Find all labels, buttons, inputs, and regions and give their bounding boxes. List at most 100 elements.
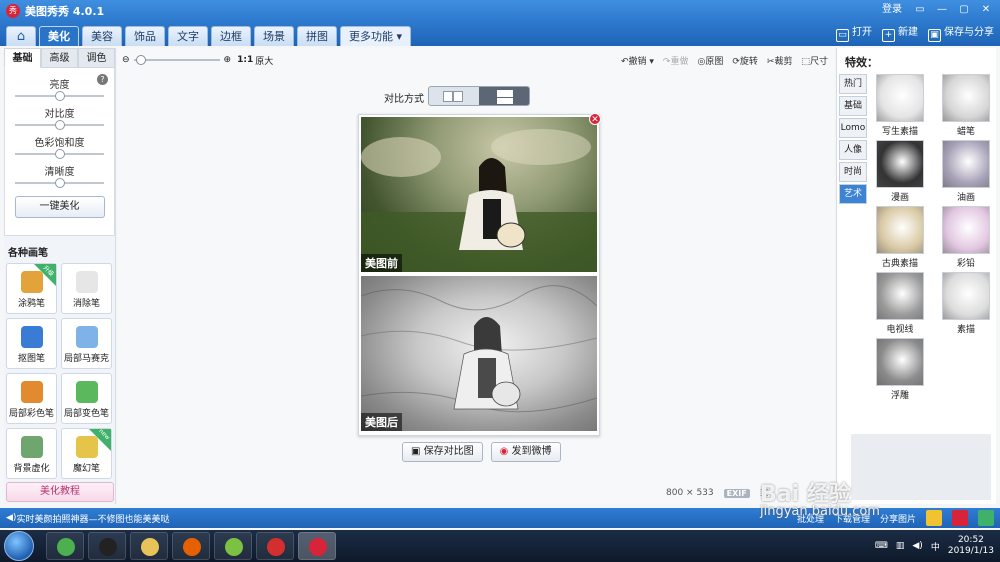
- status-marquee[interactable]: 实时美颜拍照神器—不修图也能美美哒: [16, 512, 169, 525]
- subtab-basic[interactable]: 基础: [4, 48, 41, 68]
- adjust-slider[interactable]: [15, 91, 104, 101]
- slider-knob[interactable]: [54, 120, 65, 130]
- help-icon[interactable]: ?: [97, 74, 108, 85]
- adjust-slider[interactable]: [15, 120, 104, 130]
- brush-label: 局部马赛克: [63, 354, 109, 364]
- keyboard-icon[interactable]: ⌨: [875, 541, 888, 551]
- effect-category-tab[interactable]: Lomo: [839, 118, 867, 138]
- crop-button[interactable]: ✂裁剪: [767, 54, 793, 67]
- effect-item[interactable]: 蜡笔: [937, 74, 995, 140]
- network-icon[interactable]: ▥: [896, 541, 905, 551]
- zoom-original-label[interactable]: 原大: [255, 54, 273, 67]
- new-button[interactable]: + 新建: [882, 24, 918, 42]
- effect-item[interactable]: 素描: [937, 272, 995, 338]
- brush-tool[interactable]: 魔幻笔 new: [61, 428, 112, 479]
- open-button[interactable]: ▭ 打开: [836, 24, 872, 42]
- main-tab[interactable]: 文字: [168, 26, 208, 46]
- brush-tool[interactable]: 消除笔: [61, 263, 112, 314]
- effect-item[interactable]: 彩铅: [937, 206, 995, 272]
- effect-item[interactable]: 古典素描: [871, 206, 929, 272]
- zoom-slider[interactable]: [133, 55, 220, 65]
- close-button[interactable]: ✕: [976, 2, 996, 18]
- close-compare-icon[interactable]: ✕: [589, 113, 601, 125]
- effect-category-tab[interactable]: 基础: [839, 96, 867, 116]
- adjust-slider[interactable]: [15, 149, 104, 159]
- tutorial-button[interactable]: 美化教程: [6, 482, 114, 502]
- share-button[interactable]: 分享图片: [880, 512, 916, 525]
- send-weibo-button[interactable]: ◉ 发到微博: [490, 442, 561, 462]
- redo-button[interactable]: ↷重做: [663, 54, 689, 67]
- rotate-button[interactable]: ⟳旋转: [732, 54, 758, 67]
- watermark-url: jingyan.baidu.com: [760, 504, 880, 519]
- adjust-panel: ? 亮度 对比度 色彩饱和度 清晰度 一键美化: [4, 68, 115, 236]
- volume-icon[interactable]: ◀): [912, 541, 922, 551]
- brush-tool[interactable]: 背景虚化: [6, 428, 57, 479]
- zoom-in-icon[interactable]: ⊕: [224, 55, 232, 65]
- minimize-button[interactable]: —: [932, 2, 952, 18]
- taskbar-video-player[interactable]: [214, 532, 252, 560]
- skin-button[interactable]: ▭: [910, 2, 930, 18]
- effect-item[interactable]: 漫画: [871, 140, 929, 206]
- clock[interactable]: 20:52 2019/1/13: [948, 535, 994, 557]
- main-tab[interactable]: 美化: [39, 26, 79, 46]
- effect-item[interactable]: 浮雕: [871, 338, 929, 404]
- effect-category-tab[interactable]: 热门: [839, 74, 867, 94]
- slider-label: 清晰度: [44, 167, 75, 178]
- zoom-out-icon[interactable]: ⊖: [122, 55, 130, 65]
- home-tab[interactable]: ⌂: [6, 26, 36, 46]
- effect-category-tab[interactable]: 艺术: [839, 184, 867, 204]
- adjust-slider[interactable]: [15, 178, 104, 188]
- size-button[interactable]: ⬚尺寸: [801, 54, 828, 67]
- effect-item[interactable]: 油画: [937, 140, 995, 206]
- add-icon[interactable]: [978, 510, 994, 526]
- effect-thumbnail: [876, 140, 924, 188]
- taskbar-firefox[interactable]: [172, 532, 210, 560]
- effect-item[interactable]: 电视线: [871, 272, 929, 338]
- main-tab[interactable]: 场景: [254, 26, 294, 46]
- brush-tool[interactable]: 涂鸦笔 升级: [6, 263, 57, 314]
- brush-tool[interactable]: 局部马赛克: [61, 318, 112, 369]
- compare-side-by-side-button[interactable]: [429, 87, 479, 105]
- zoom-1to1-button[interactable]: 1:1: [237, 55, 253, 65]
- save-share-button[interactable]: ▣ 保存与分享: [928, 24, 994, 42]
- weibo-share-icon[interactable]: [952, 510, 968, 526]
- one-click-beautify-button[interactable]: 一键美化: [14, 196, 105, 218]
- main-tab[interactable]: 美容: [82, 26, 122, 46]
- main-tab[interactable]: 更多功能 ▾: [340, 26, 412, 46]
- star-icon[interactable]: [926, 510, 942, 526]
- taskbar-meitu[interactable]: [298, 532, 336, 560]
- effect-label: 电视线: [886, 325, 914, 335]
- brush-label: 涂鸦笔: [17, 299, 45, 309]
- save-compare-button[interactable]: ▣ 保存对比图: [402, 442, 483, 462]
- maximize-button[interactable]: ▢: [954, 2, 974, 18]
- ime-icon[interactable]: 中: [931, 540, 940, 553]
- subtab-color[interactable]: 调色: [78, 48, 115, 68]
- taskbar-qq[interactable]: [88, 532, 126, 560]
- effect-category-tab[interactable]: 时尚: [839, 162, 867, 182]
- brush-icon: [20, 381, 43, 403]
- main-tab[interactable]: 边框: [211, 26, 251, 46]
- slider-knob[interactable]: [54, 149, 65, 159]
- effects-title: 特效：: [845, 56, 878, 69]
- brush-tool[interactable]: 抠图笔: [6, 318, 57, 369]
- slider-knob[interactable]: [54, 91, 65, 101]
- effect-category-tab[interactable]: 人像: [839, 140, 867, 160]
- brush-tool[interactable]: 局部彩色笔: [6, 373, 57, 424]
- compare-top-bottom-button[interactable]: [479, 87, 529, 105]
- start-button[interactable]: [4, 531, 34, 561]
- effect-item[interactable]: 写生素描: [871, 74, 929, 140]
- exif-button[interactable]: EXIF: [723, 488, 750, 498]
- effect-label: 彩铅: [956, 259, 975, 269]
- taskbar-browser-360[interactable]: [46, 532, 84, 560]
- taskbar-screen-recorder[interactable]: [256, 532, 294, 560]
- brush-tool[interactable]: 局部变色笔: [61, 373, 112, 424]
- subtab-advanced[interactable]: 高级: [41, 48, 78, 68]
- slider-knob[interactable]: [54, 178, 65, 188]
- taskbar-file-explorer[interactable]: [130, 532, 168, 560]
- main-tab[interactable]: 饰品: [125, 26, 165, 46]
- zoom-slider-knob[interactable]: [135, 55, 146, 65]
- main-tab[interactable]: 拼图: [297, 26, 337, 46]
- original-button[interactable]: ◎原图: [697, 54, 723, 67]
- undo-button[interactable]: ↶撤销 ▾: [621, 54, 654, 67]
- login-link[interactable]: 登录: [882, 2, 902, 18]
